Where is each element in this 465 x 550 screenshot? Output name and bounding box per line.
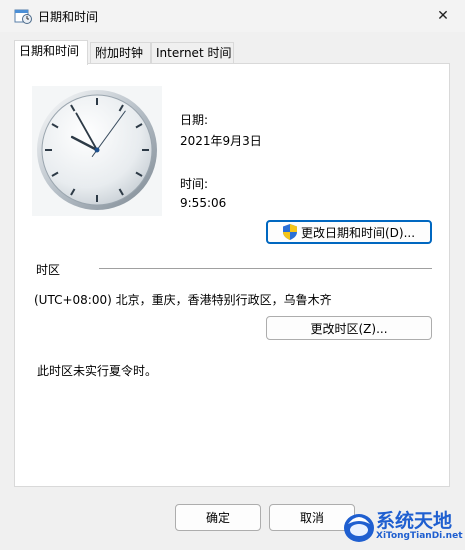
date-time-app-icon (14, 8, 32, 24)
tab-internet-time[interactable]: Internet 时间 (151, 42, 234, 64)
tab-panel: 日期: 2021年9月3日 时间: 9:55:06 更改日期和时间(D)... … (14, 63, 450, 487)
change-date-time-label: 更改日期和时间(D)... (300, 225, 416, 240)
analog-clock (32, 86, 162, 216)
cancel-label: 取消 (299, 511, 324, 525)
watermark-logo-icon (344, 514, 374, 542)
dst-note: 此时区未实行夏令时。 (37, 364, 158, 378)
timezone-divider (99, 268, 432, 269)
change-timezone-label: 更改时区(Z)... (310, 321, 388, 336)
time-value: 9:55:06 (180, 196, 227, 210)
title-bar[interactable]: 日期和时间 ✕ (0, 0, 465, 32)
close-button[interactable]: ✕ (424, 0, 462, 32)
watermark-url: XiTongTianDi.net (376, 531, 463, 541)
time-label: 时间: (180, 177, 209, 191)
change-timezone-button[interactable]: 更改时区(Z)... (266, 316, 432, 340)
timezone-value: (UTC+08:00) 北京，重庆，香港特别行政区，乌鲁木齐 (34, 293, 332, 307)
ok-button[interactable]: 确定 (175, 504, 261, 531)
clock-center-pin (94, 147, 100, 153)
watermark-title: 系统天地 (376, 510, 453, 532)
window-title: 日期和时间 (38, 10, 99, 24)
tab-additional-clocks[interactable]: 附加时钟 (90, 42, 151, 64)
tab-date-time[interactable]: 日期和时间 (14, 40, 88, 65)
close-icon: ✕ (437, 8, 449, 24)
date-time-dialog: 日期和时间 ✕ 日期和时间 附加时钟 Internet 时间 日期: 2021年… (0, 0, 465, 550)
date-label: 日期: (180, 113, 209, 127)
timezone-section-label: 时区 (36, 263, 61, 277)
date-value: 2021年9月3日 (180, 134, 262, 148)
site-watermark: 系统天地 XiTongTianDi.net (342, 500, 465, 550)
uac-shield-icon (282, 224, 297, 240)
ok-label: 确定 (205, 511, 230, 525)
change-date-time-button[interactable]: 更改日期和时间(D)... (266, 220, 432, 244)
